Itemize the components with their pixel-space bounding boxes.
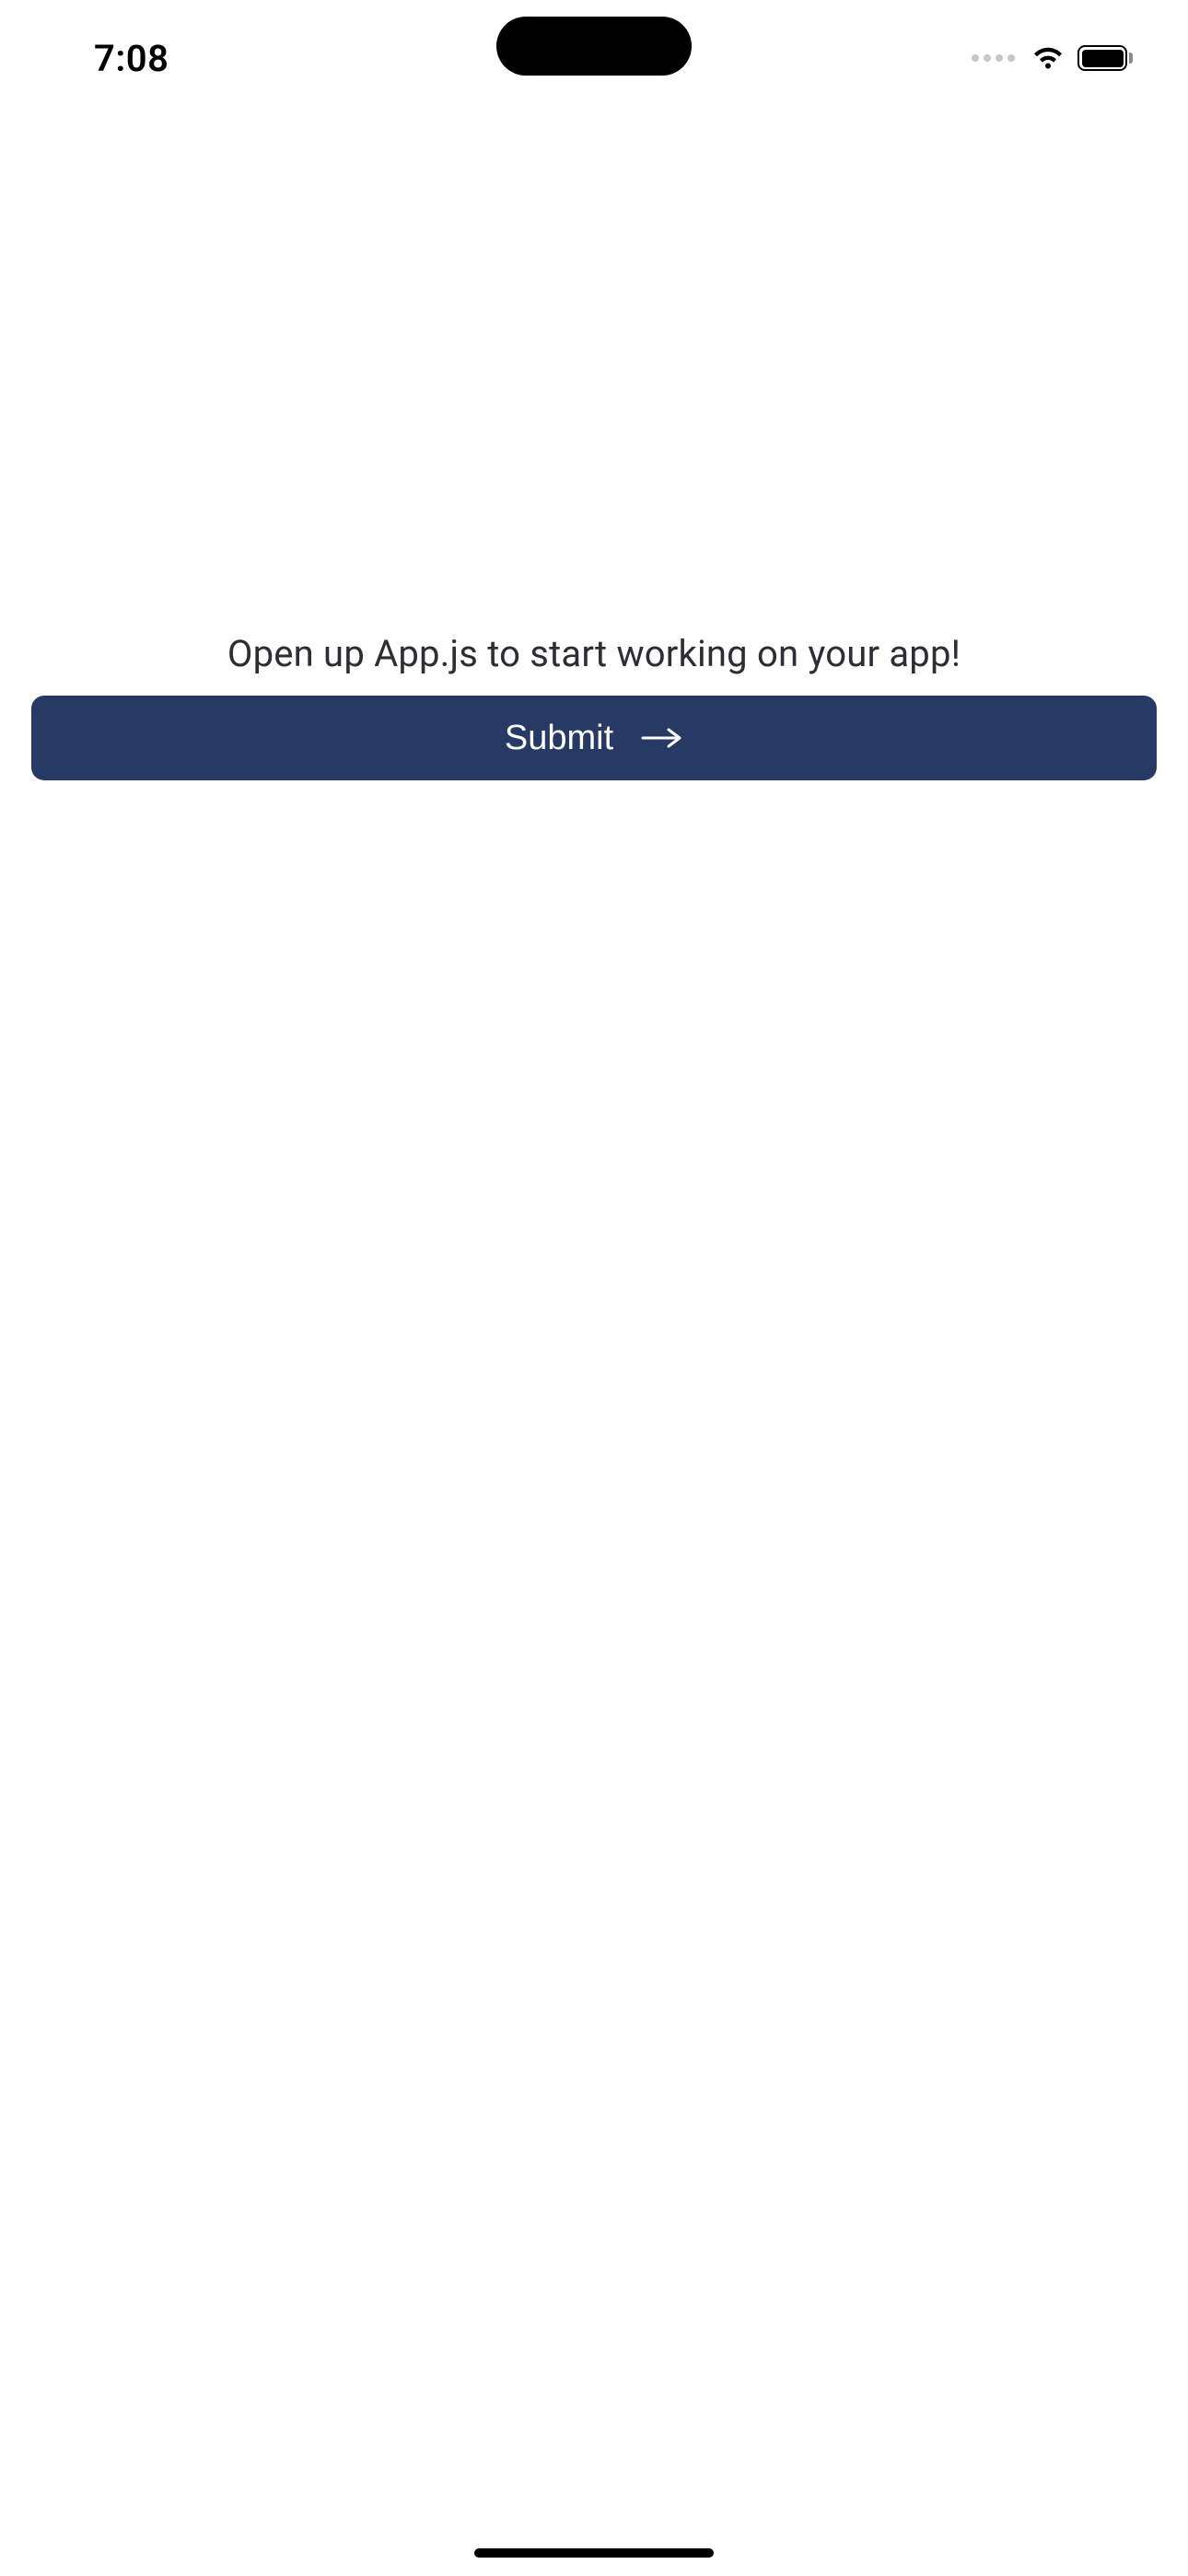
intro-message: Open up App.js to start working on your … (0, 632, 1188, 675)
arrow-right-icon (641, 727, 683, 749)
submit-button-label: Submit (505, 719, 613, 758)
home-indicator[interactable] (474, 2548, 714, 2558)
main-content: Open up App.js to start working on your … (0, 0, 1188, 2576)
submit-button[interactable]: Submit (31, 696, 1157, 780)
